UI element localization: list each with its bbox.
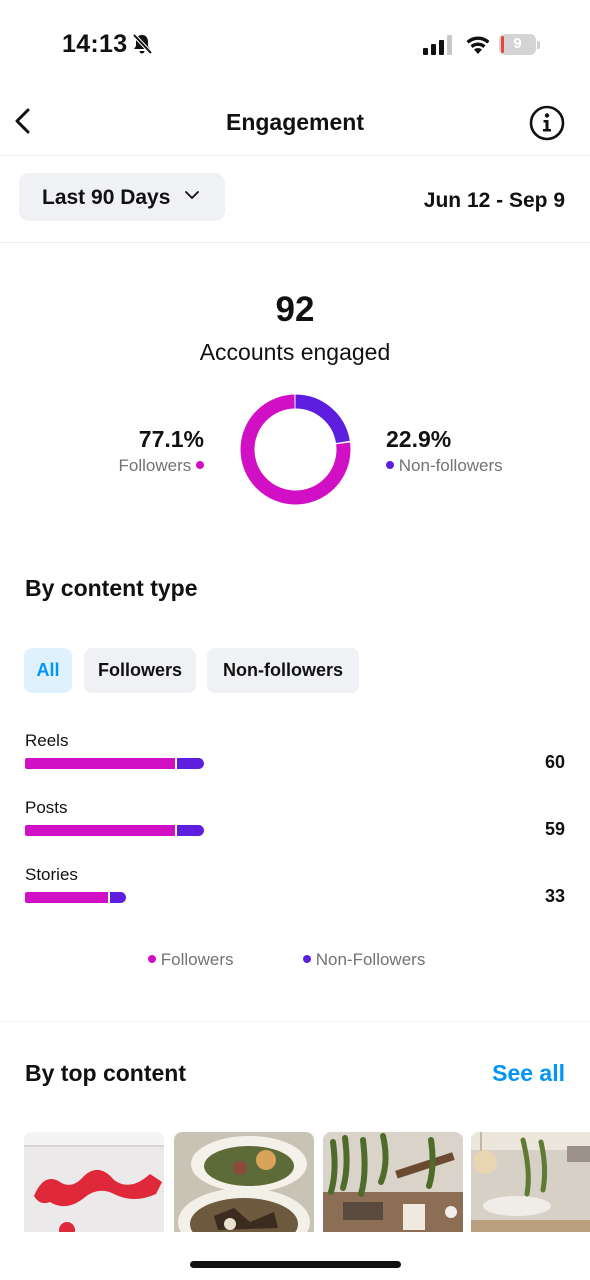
bar-legend-followers-label: Followers — [160, 950, 234, 969]
bar-reels-followers — [25, 758, 175, 769]
bar-stories-nonfollowers — [110, 892, 126, 903]
info-icon[interactable] — [528, 104, 566, 142]
followers-percentage: 77.1% — [138, 426, 204, 452]
accounts-engaged-label: Accounts engaged — [199, 339, 391, 365]
date-range-dropdown-label: Last 90 Days — [42, 186, 171, 209]
top-content-section-title: By top content — [25, 1060, 186, 1086]
nav-header: Engagement — [0, 90, 590, 156]
battery-level-text: 9 — [513, 35, 522, 52]
filter-row: Last 90 Days Jun 12 - Sep 9 — [0, 156, 590, 243]
bar-value-posts: 59 — [544, 819, 565, 839]
page-title: Engagement — [225, 109, 365, 135]
status-time: 14:13 — [62, 30, 128, 58]
top-content-thumbnail[interactable] — [174, 1132, 314, 1232]
wifi-icon — [466, 36, 490, 54]
bar-value-reels: 60 — [544, 752, 565, 772]
content-type-section-title: By content type — [25, 575, 198, 601]
chip-followers[interactable]: Followers — [84, 648, 196, 693]
accounts-engaged-count: 92 — [275, 290, 315, 329]
bar-legend-followers: Followers — [148, 950, 233, 970]
nonfollowers-legend: Non-followers — [386, 456, 503, 476]
nonfollowers-dot-icon — [303, 954, 311, 963]
status-bar: 14:13 9 — [0, 0, 590, 90]
chevron-down-icon — [185, 191, 199, 199]
bar-posts-followers — [25, 825, 175, 836]
chip-non-followers[interactable]: Non-followers — [207, 648, 359, 693]
see-all-link[interactable]: See all — [492, 1060, 565, 1087]
battery-icon: 9 — [499, 34, 541, 55]
top-content-thumbnail[interactable] — [471, 1132, 590, 1232]
bar-legend-nonfollowers: Non-Followers — [303, 950, 425, 970]
bar-legend-nonfollowers-label: Non-Followers — [315, 950, 426, 969]
followers-legend-label: Followers — [118, 456, 192, 475]
followers-dot-icon — [148, 954, 156, 963]
bar-value-stories: 33 — [544, 886, 565, 906]
top-content-thumbnail[interactable] — [323, 1132, 463, 1232]
home-indicator — [190, 1261, 401, 1268]
engagement-donut-chart — [240, 394, 351, 505]
bar-stories-followers — [25, 892, 108, 903]
top-content-thumbnail[interactable] — [24, 1132, 164, 1232]
followers-dot-icon — [196, 460, 204, 469]
nonfollowers-dot-icon — [386, 460, 394, 469]
nonfollowers-percentage: 22.9% — [386, 426, 452, 452]
bar-reels-nonfollowers — [177, 758, 204, 769]
followers-legend: Followers — [119, 456, 204, 476]
chip-all[interactable]: All — [24, 648, 72, 693]
date-range-text: Jun 12 - Sep 9 — [423, 189, 565, 212]
section-divider — [0, 1021, 590, 1022]
nonfollowers-legend-label: Non-followers — [398, 456, 503, 475]
bell-muted-icon — [132, 33, 153, 55]
date-range-dropdown[interactable]: Last 90 Days — [19, 173, 225, 221]
bar-posts-nonfollowers — [177, 825, 204, 836]
cellular-signal-icon — [423, 35, 452, 55]
bar-label-stories: Stories — [25, 865, 78, 884]
bar-label-reels: Reels — [25, 731, 69, 750]
bar-label-posts: Posts — [25, 798, 68, 817]
